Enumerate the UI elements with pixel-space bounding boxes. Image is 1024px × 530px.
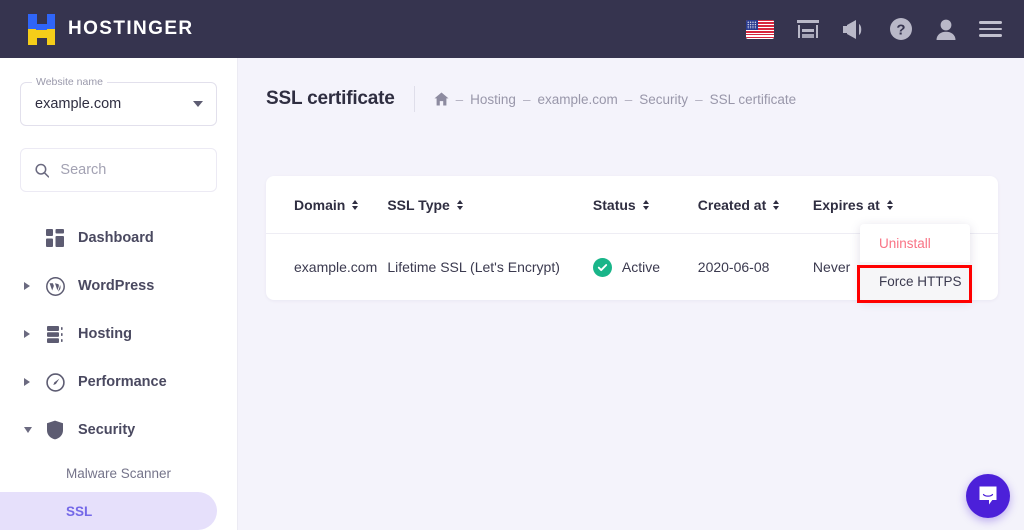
chevron-right-icon [24, 330, 36, 338]
search-input[interactable] [60, 162, 202, 178]
chat-bubble-icon [977, 485, 999, 507]
speedometer-icon [42, 373, 68, 392]
column-label: Expires at [813, 197, 880, 213]
chevron-down-icon [24, 427, 36, 433]
sidebar: Website name example.com [0, 58, 238, 530]
hamburger-menu-icon[interactable] [979, 21, 1002, 37]
header-divider [414, 86, 415, 112]
support-chat-button[interactable] [966, 474, 1010, 518]
breadcrumb-item-security[interactable]: Security [639, 92, 688, 107]
hostinger-logo-icon [28, 14, 55, 45]
sidebar-item-label: Performance [78, 374, 167, 390]
home-icon[interactable] [434, 92, 449, 106]
chevron-down-icon [193, 101, 203, 107]
megaphone-icon[interactable] [842, 19, 867, 40]
cell-domain: example.com [266, 234, 387, 301]
row-actions-dropdown: Uninstall Force HTTPS [860, 224, 970, 300]
wordpress-icon [42, 277, 68, 296]
chevron-right-icon [24, 282, 36, 290]
sidebar-item-label: WordPress [78, 278, 154, 294]
status-check-icon [593, 258, 612, 277]
sidebar-item-security[interactable]: Security [0, 406, 237, 454]
breadcrumb-separator: – [523, 92, 531, 107]
flag-us-icon[interactable] [746, 20, 774, 39]
sort-arrows-icon[interactable] [457, 200, 463, 210]
column-header-status[interactable]: Status [593, 176, 698, 234]
sidebar-subitem-label: SSL [66, 504, 92, 519]
sidebar-item-ssl[interactable]: SSL [0, 492, 217, 530]
breadcrumb-item-hosting[interactable]: Hosting [470, 92, 516, 107]
brand-name: HOSTINGER [68, 18, 194, 40]
breadcrumb-item-example-com[interactable]: example.com [537, 92, 617, 107]
cell-status: Active [593, 234, 698, 301]
page-title: SSL certificate [266, 88, 395, 110]
menu-item-force-https[interactable]: Force HTTPS [860, 262, 970, 300]
cell-created-at: 2020-06-08 [698, 234, 813, 301]
sort-arrows-icon[interactable] [773, 200, 779, 210]
search-box[interactable] [20, 148, 217, 192]
top-bar: HOSTINGER [0, 0, 1024, 58]
sidebar-item-hosting[interactable]: Hosting [0, 310, 237, 358]
app-root: HOSTINGER [0, 0, 1024, 530]
sidebar-item-performance[interactable]: Performance [0, 358, 237, 406]
help-icon[interactable]: ? [889, 17, 913, 41]
sidebar-item-malware-scanner[interactable]: Malware Scanner [0, 454, 237, 492]
chevron-right-icon [24, 378, 36, 386]
column-label: SSL Type [387, 197, 450, 213]
page-header: SSL certificate – Hosting – example.com … [238, 58, 1024, 112]
sidebar-item-wordpress[interactable]: WordPress [0, 262, 237, 310]
column-label: Status [593, 197, 636, 213]
shield-icon [42, 420, 68, 440]
breadcrumb-separator: – [456, 92, 464, 107]
website-name-value: example.com [35, 96, 121, 112]
status-badge: Active [622, 259, 660, 275]
svg-text:?: ? [896, 22, 905, 39]
server-icon [42, 325, 68, 344]
column-label: Domain [294, 197, 345, 213]
sort-arrows-icon[interactable] [887, 200, 893, 210]
store-icon[interactable] [796, 18, 820, 40]
breadcrumb: – Hosting – example.com – Security – SSL… [434, 92, 796, 107]
sidebar-item-label: Hosting [78, 326, 132, 342]
breadcrumb-item-ssl-certificate[interactable]: SSL certificate [710, 92, 797, 107]
sidebar-item-dashboard[interactable]: Dashboard [0, 214, 237, 262]
breadcrumb-separator: – [695, 92, 703, 107]
website-name-label: Website name [32, 76, 107, 88]
breadcrumb-separator: – [625, 92, 633, 107]
brand-logo[interactable]: HOSTINGER [28, 14, 194, 45]
search-icon [35, 162, 49, 179]
sort-arrows-icon[interactable] [643, 200, 649, 210]
website-name-select[interactable]: Website name example.com [20, 82, 217, 126]
sidebar-nav: Dashboard WordPress [0, 214, 237, 530]
menu-item-uninstall[interactable]: Uninstall [860, 224, 970, 262]
dashboard-grid-icon [42, 229, 68, 247]
column-label: Created at [698, 197, 766, 213]
column-header-created-at[interactable]: Created at [698, 176, 813, 234]
sidebar-item-label: Security [78, 422, 135, 438]
sidebar-item-label: Dashboard [78, 230, 154, 246]
column-header-ssl-type[interactable]: SSL Type [387, 176, 593, 234]
user-icon[interactable] [935, 18, 957, 41]
top-nav: ? [746, 17, 1002, 41]
sort-arrows-icon[interactable] [352, 200, 358, 210]
cell-ssl-type: Lifetime SSL (Let's Encrypt) [387, 234, 593, 301]
column-header-domain[interactable]: Domain [266, 176, 387, 234]
sidebar-subitem-label: Malware Scanner [66, 466, 171, 481]
